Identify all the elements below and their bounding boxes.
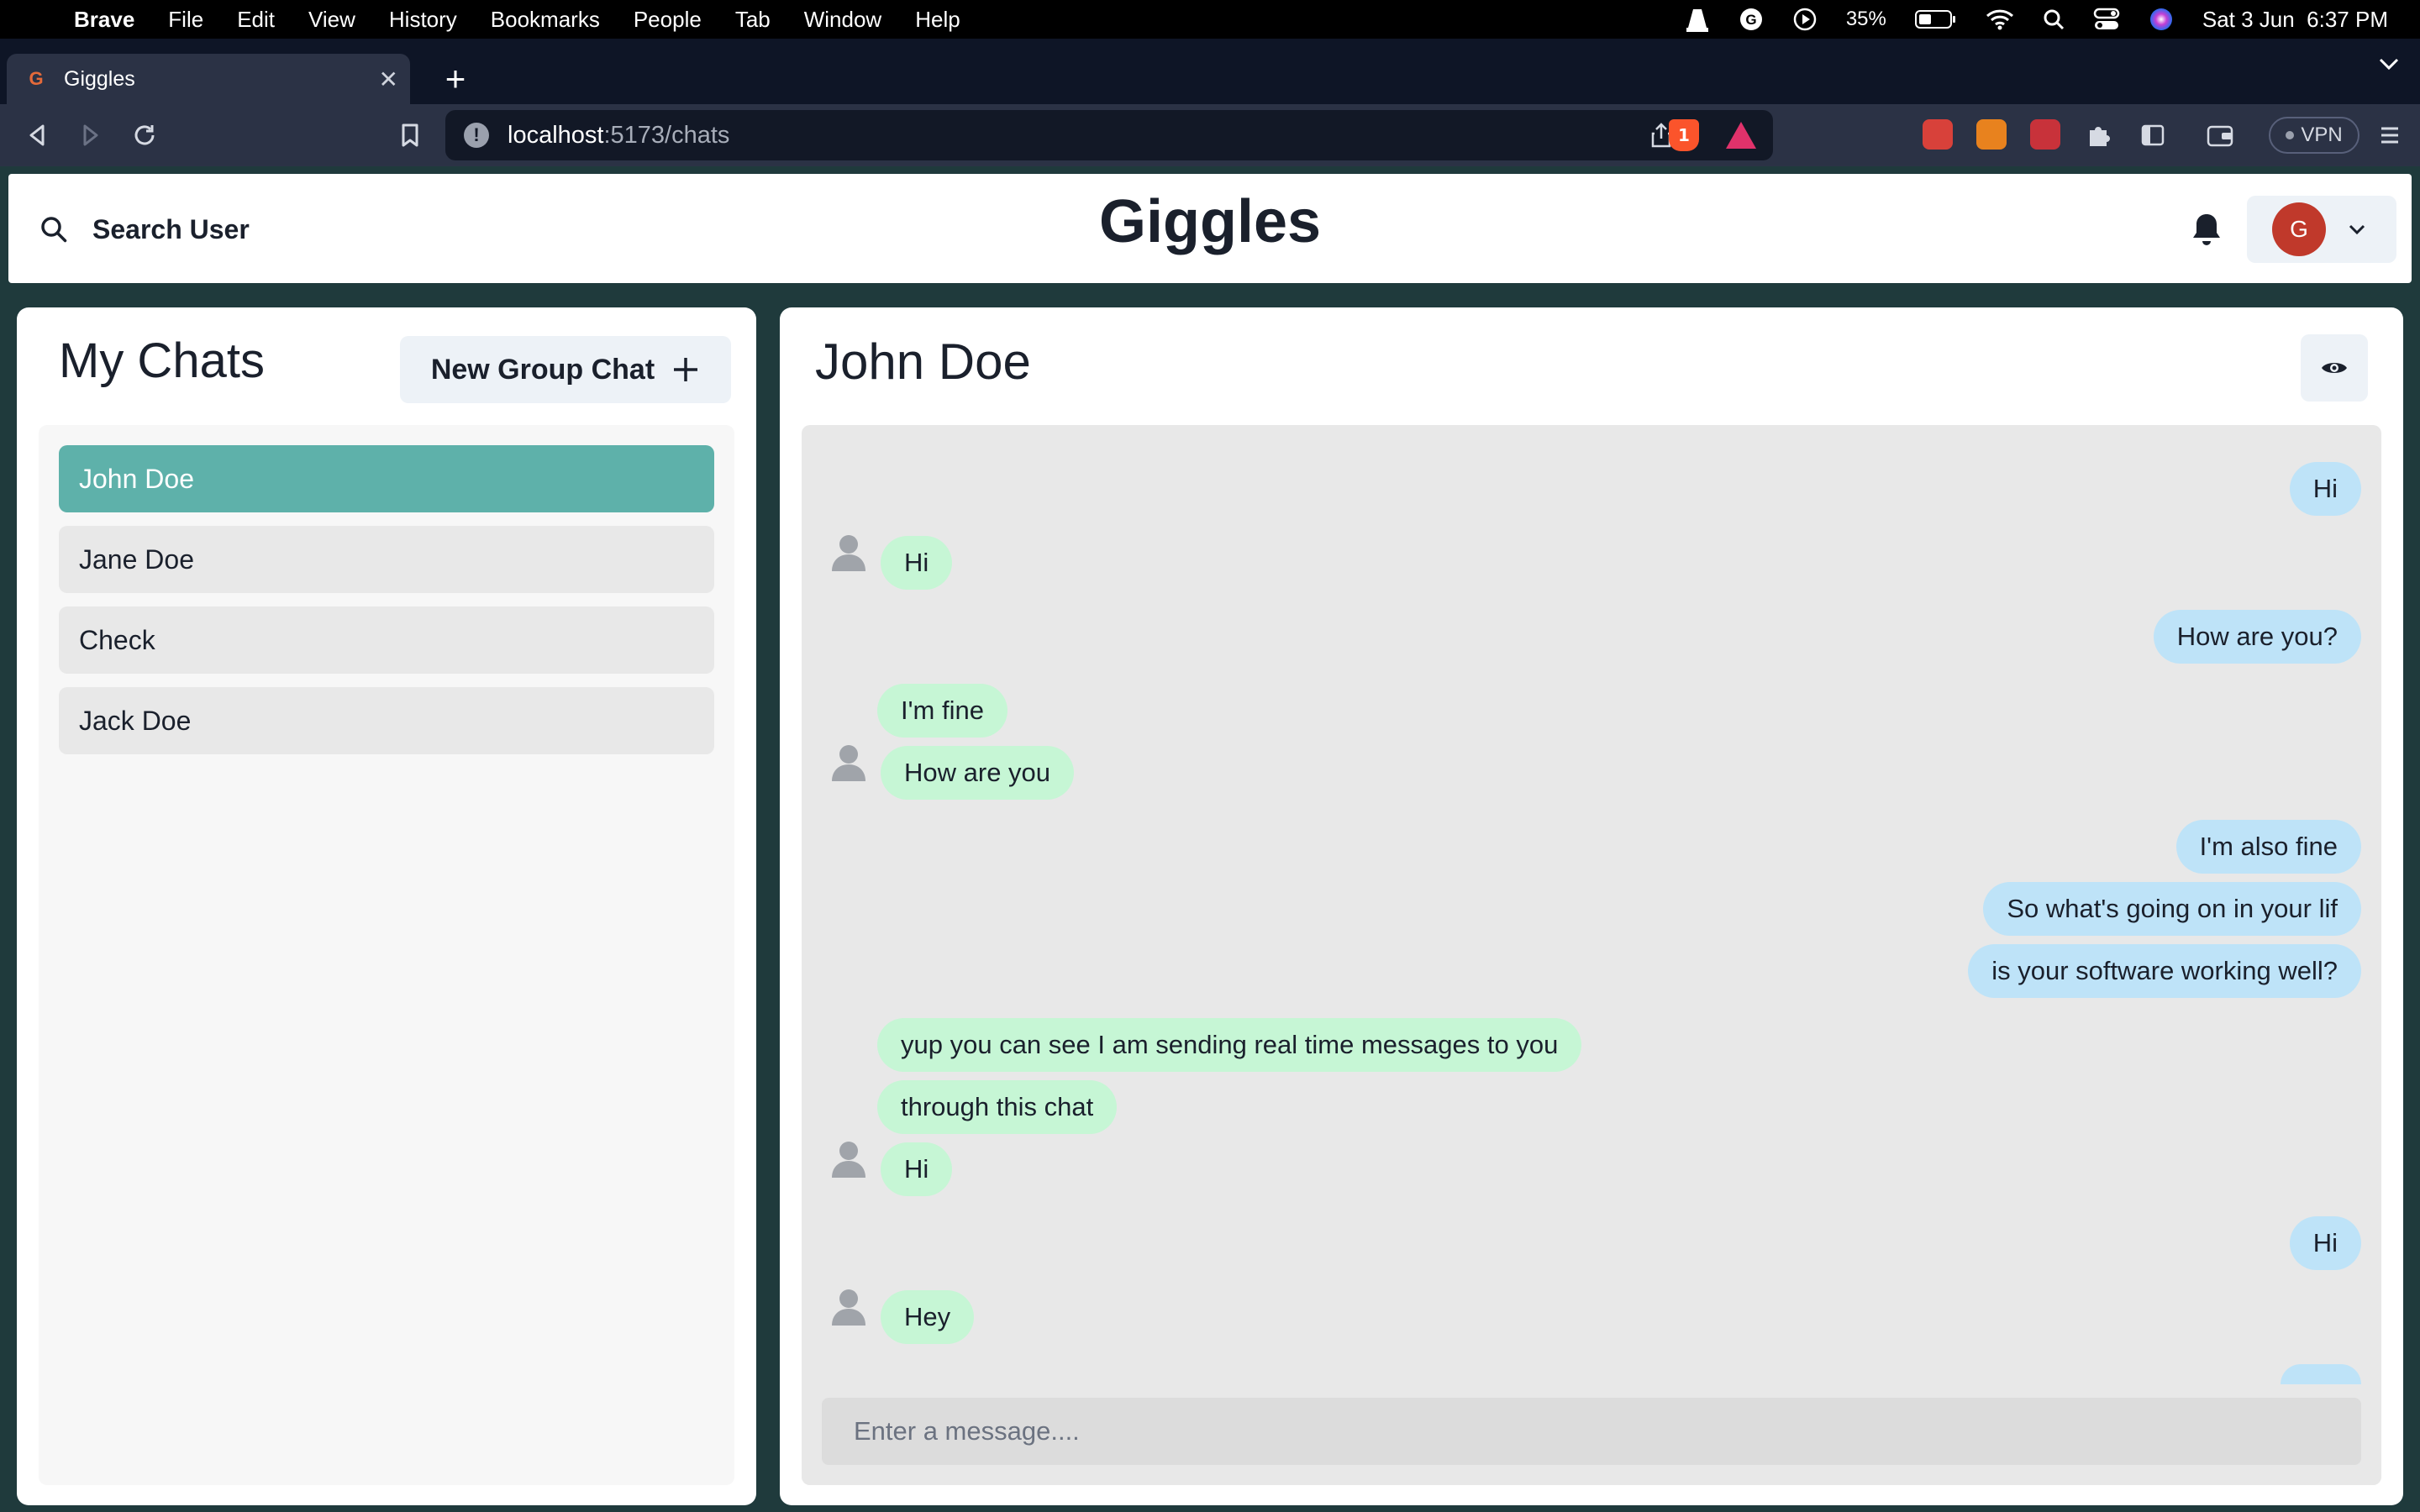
wifi-icon[interactable] [1986,8,2014,30]
menu-help[interactable]: Help [915,7,960,33]
sidebar-toggle-icon[interactable] [2134,104,2171,166]
avatar: G [2272,202,2326,256]
extension-red-icon[interactable] [2030,119,2060,150]
user-avatar-icon[interactable] [827,739,871,783]
new-group-chat-label: New Group Chat [430,353,655,386]
menu-view[interactable]: View [308,7,355,33]
browser-tab-strip: G Giggles ✕ + [0,39,2420,104]
message-bubble-received: How are you [881,746,1075,800]
hamburger-menu-icon[interactable] [2371,104,2408,166]
battery-percent: 35% [1845,8,1886,30]
brave-shields-badge: 1 [1678,125,1690,145]
menubar-datetime[interactable]: Sat 3 Jun 6:37 PM [2202,7,2388,33]
chat-list-item-check[interactable]: Check [59,606,714,674]
back-icon[interactable] [20,104,54,166]
menu-people[interactable]: People [634,7,702,33]
url-path: :5173/chats [603,121,730,149]
tab-search-chevron-icon[interactable] [2378,57,2400,71]
chat-panel: John Doe Hi Hi How are you? I'm fine How… [780,307,2403,1505]
my-chats-panel: My Chats New Group Chat John Doe Jane Do… [17,307,756,1505]
forward-icon[interactable] [74,104,108,166]
chat-name: Check [79,624,155,655]
chat-title: John Doe [815,333,1031,390]
app-title: Giggles [1098,188,1322,255]
message-bubble-sent: How are you? [2153,610,2361,664]
extensions-puzzle-icon[interactable] [2081,104,2118,166]
brave-rewards-icon[interactable] [1726,122,1756,149]
metamask-icon[interactable] [1976,119,2007,150]
chevron-down-icon [2348,223,2366,235]
menu-file[interactable]: File [168,7,203,33]
my-chats-title: My Chats [59,333,265,388]
message-bubble-received: through this chat [877,1080,1118,1134]
message-bubble-sent: Hi [2289,462,2361,516]
reload-icon[interactable] [128,104,161,166]
siri-icon[interactable] [2149,7,2174,32]
user-avatar-icon[interactable] [827,1284,871,1327]
message-bubble-received: yup you can see I am sending real time m… [877,1018,1582,1072]
message-bubble-sent: is your software working well? [1968,944,2361,998]
menu-tab[interactable]: Tab [735,7,771,33]
message-bubble-sent-partial [2281,1364,2361,1384]
menu-edit[interactable]: Edit [237,7,275,33]
view-profile-button[interactable] [2301,334,2368,402]
tab-title: Giggles [64,66,135,91]
menu-window[interactable]: Window [804,7,881,33]
eye-icon [2322,363,2347,373]
profile-menu-button[interactable]: G [2247,196,2396,263]
menu-app-name[interactable]: Brave [74,7,134,33]
close-tab-icon[interactable]: ✕ [379,66,398,93]
wallet-icon[interactable] [2202,104,2238,166]
vpn-status-dot [2286,131,2295,139]
browser-toolbar: ! localhost :5173/chats 1 VPN [0,104,2420,166]
grammarly-icon[interactable]: G [1739,7,1764,32]
plus-icon [671,355,700,384]
spotlight-search-icon[interactable] [2043,8,2065,30]
message-bubble-received: Hi [881,1142,953,1196]
app-header: Search User Giggles G [8,174,2412,283]
bookmark-icon[interactable] [393,104,427,166]
address-bar[interactable]: ! localhost :5173/chats 1 [445,110,1773,160]
macos-menubar: Brave File Edit View History Bookmarks P… [0,0,2420,39]
site-info-icon[interactable]: ! [464,123,489,148]
extension-lock-icon[interactable] [1923,119,1953,150]
chat-name: Jane Doe [79,543,194,575]
chat-list-item-jane-doe[interactable]: Jane Doe [59,526,714,593]
vlc-icon[interactable] [1685,6,1710,33]
message-input[interactable] [822,1398,2361,1465]
play-circle-icon[interactable] [1792,7,1818,32]
message-bubble-sent: So what's going on in your lif [1983,882,2361,936]
control-center-icon[interactable] [2093,8,2120,31]
message-bubble-received: I'm fine [877,684,1007,738]
chat-list-item-jack-doe[interactable]: Jack Doe [59,687,714,754]
message-bubble-received: Hey [881,1290,975,1344]
chat-name: Jack Doe [79,705,192,736]
message-bubble-sent: Hi [2289,1216,2361,1270]
battery-icon[interactable] [1914,9,1957,29]
chat-name: John Doe [79,463,194,494]
message-bubble-sent: I'm also fine [2175,820,2361,874]
new-group-chat-button[interactable]: New Group Chat [400,336,731,403]
browser-tab[interactable]: G Giggles ✕ [7,54,410,104]
user-avatar-icon[interactable] [827,529,871,573]
favicon-icon: G [29,68,44,89]
brave-shields-icon[interactable]: 1 [1669,119,1699,151]
svg-text:G: G [1745,12,1756,28]
user-avatar-icon[interactable] [827,1136,871,1179]
vpn-button[interactable]: VPN [2269,117,2360,154]
message-bubble-received: Hi [881,536,953,590]
chat-list-item-john-doe[interactable]: John Doe [59,445,714,512]
vpn-label: VPN [2301,123,2343,146]
notification-bell-icon[interactable] [2183,206,2230,253]
menu-history[interactable]: History [389,7,457,33]
message-area: Hi Hi How are you? I'm fine How are you … [802,425,2381,1485]
url-host: localhost [508,121,604,149]
menu-bookmarks[interactable]: Bookmarks [491,7,600,33]
chat-list: John Doe Jane Doe Check Jack Doe [39,425,734,1485]
new-tab-icon[interactable]: + [430,54,481,104]
